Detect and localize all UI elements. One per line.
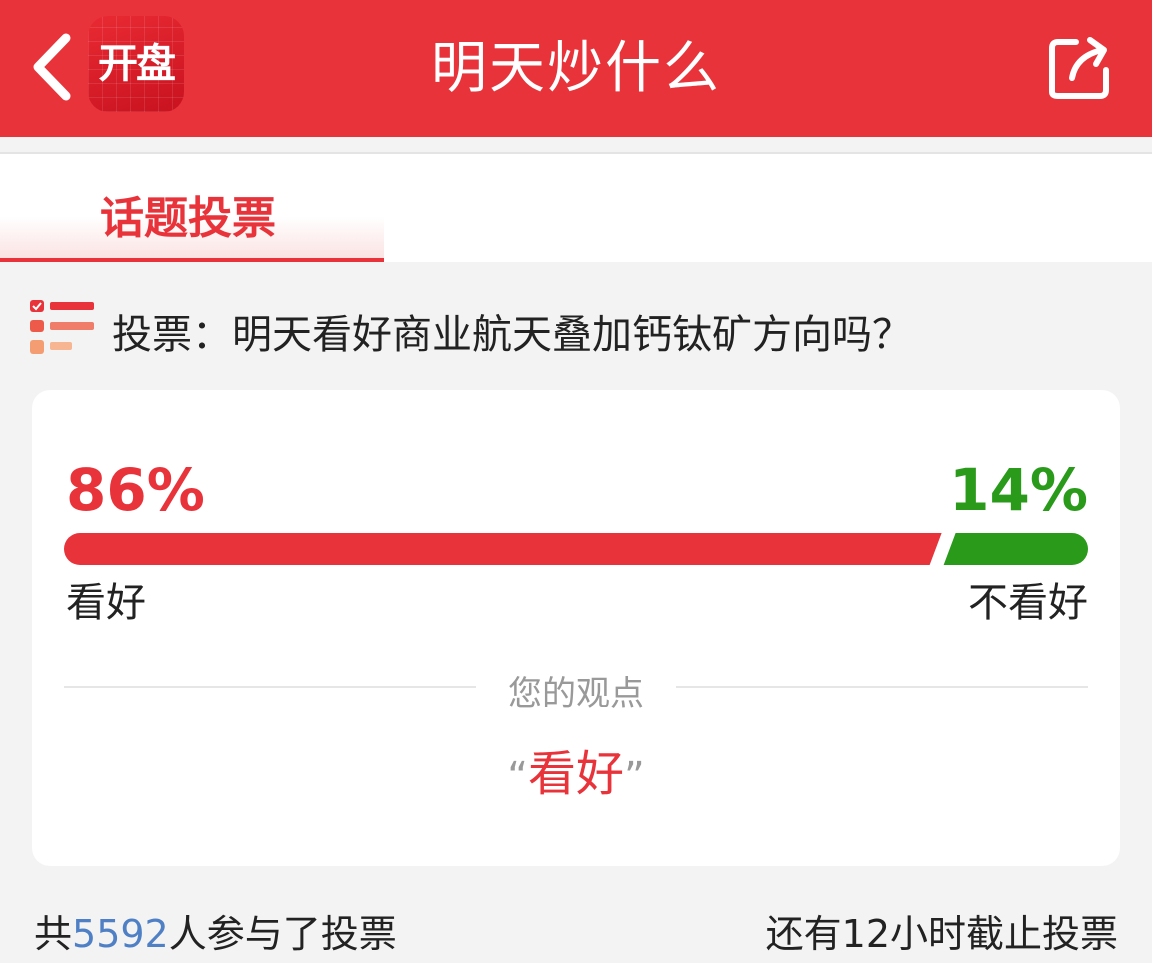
vote-list-icon [30,300,94,354]
participant-suffix: 人参与了投票 [168,912,397,956]
vote-ratio-bar [64,533,1088,565]
tab-label: 话题投票 [100,193,276,244]
bullish-percent: 86% [66,456,205,524]
participant-number: 5592 [72,912,169,956]
my-view-choice: “看好” [32,734,1120,804]
vote-result-card: 86% 14% 看好 不看好 您的观点 “看好” [32,390,1120,866]
bearish-percent: 14% [949,456,1088,524]
my-view-value: 看好 [527,746,624,802]
bearish-bar [943,533,1088,565]
bullish-bar [64,533,942,565]
my-view-caption: 您的观点 [476,666,676,715]
question-text: 投票：明天看好商业航天叠加钙钛矿方向吗？ [112,312,912,358]
bearish-option[interactable]: 不看好 [968,570,1088,628]
participant-prefix: 共 [34,912,73,956]
vote-deadline: 还有12小时截止投票 [765,912,1118,956]
tab-topic-vote[interactable]: 话题投票 [0,154,384,262]
back-button[interactable] [24,30,84,104]
vote-question: 投票：明天看好商业航天叠加钙钛矿方向吗？ [30,296,1130,360]
app-logo[interactable]: 开盘 [88,16,184,112]
bullish-option[interactable]: 看好 [66,570,146,628]
close-quote: ” [624,754,645,800]
open-quote: “ [507,754,528,800]
share-icon [1049,37,1109,99]
chevron-left-icon [33,33,71,101]
app-header: 开盘 明天炒什么 [0,0,1152,137]
share-button[interactable] [1046,30,1114,102]
participant-count: 共5592人参与了投票 [34,903,397,958]
tab-bar: 话题投票 [0,152,1152,262]
